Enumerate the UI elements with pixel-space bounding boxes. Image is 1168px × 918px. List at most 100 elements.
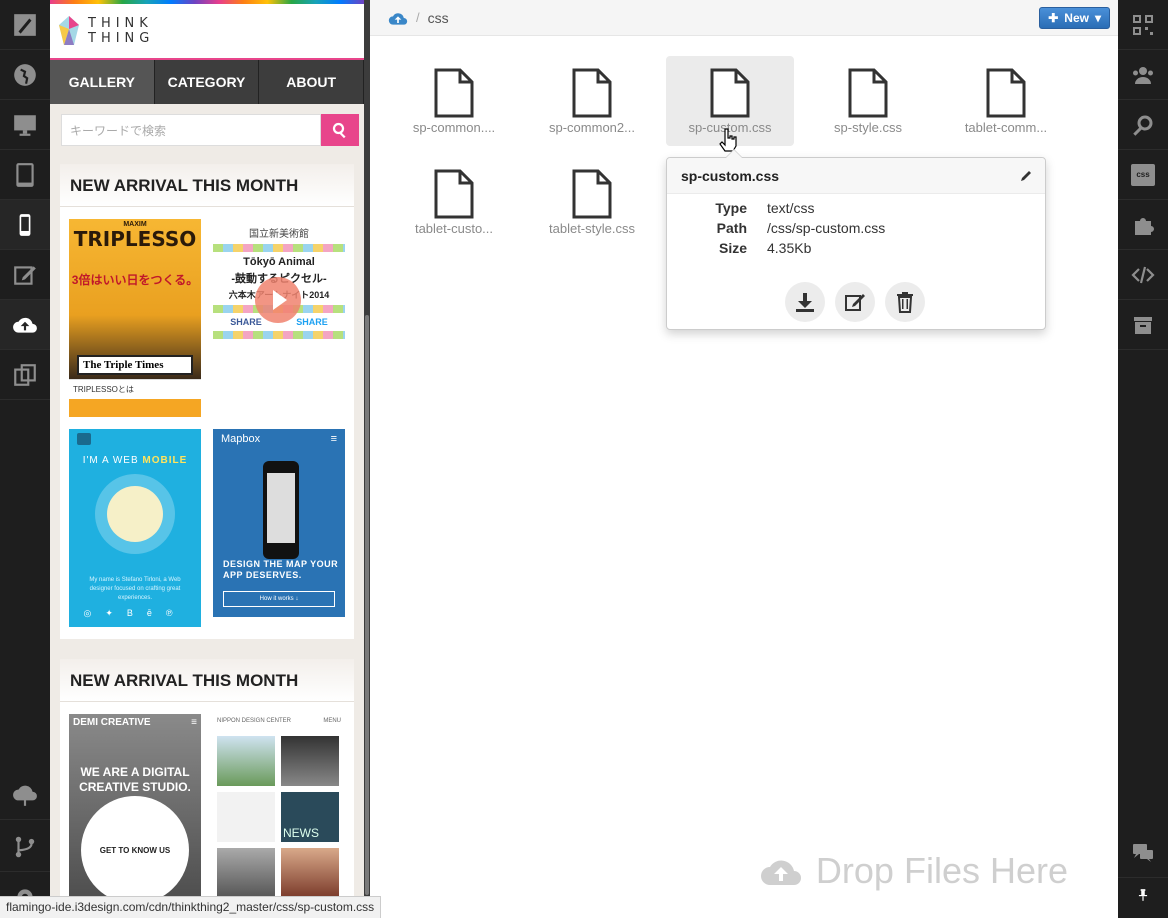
nav-gallery[interactable]: GALLERY [50,60,155,104]
pin-icon[interactable] [1118,870,1168,918]
new-button[interactable]: ✚ New ▾ [1039,7,1110,29]
gallery-grid: DEMI CREATIVE ≡ WE ARE A DIGITAL CREATIVE… [60,702,354,918]
site-search-input[interactable]: キーワードで検索 [61,114,321,146]
qr-code-icon[interactable] [1118,0,1168,50]
nav-about[interactable]: ABOUT [259,60,364,104]
twitter-share[interactable]: SHARE [296,317,328,327]
detail-value: text/css [767,200,815,216]
photo-grid: NEWS [213,728,345,906]
title-highlight: MOBILE [142,455,188,466]
breadcrumb-separator: / [416,10,420,25]
drop-zone-label: Drop Files Here [815,850,1068,891]
file-item[interactable]: tablet-style.css [528,157,656,247]
file-name: tablet-comm... [964,120,1048,135]
thumb-cta: GET TO KNOW US [81,796,189,904]
desktop-icon[interactable] [0,100,50,150]
gallery-item-web-mobile[interactable]: I'M A WEB MOBILE My name is Stefano Tirl… [69,429,201,627]
file-icon [848,68,888,118]
thumb-copy: My name is Stefano Tirloni, a Web design… [89,577,181,601]
file-item[interactable]: tablet-comm... [942,56,1070,146]
samurai-avatar [95,474,175,554]
detail-label: Path [716,220,747,236]
site-nav: GALLERY CATEGORY ABOUT [50,58,364,104]
copy-icon[interactable] [0,350,50,400]
new-button-label: New [1064,11,1089,25]
app-logo-icon[interactable] [0,0,50,50]
hamburger-icon: ≡ [330,433,337,445]
thumb-brand: NIPPON DESIGN CENTER [217,718,292,724]
file-item[interactable]: sp-style.css [804,56,932,146]
file-name: tablet-custo... [414,221,494,236]
download-button[interactable] [785,282,825,322]
gallery-item-tokyo-animal[interactable]: 国立新美術館 Tōkyō Animal -鼓動するピクセル- 六本木アートナイト… [213,219,345,417]
css-icon[interactable]: css [1118,150,1168,200]
detail-value: 4.35Kb [767,240,812,256]
facebook-share[interactable]: SHARE [230,317,262,327]
popover-actions [785,282,925,322]
plus-icon: ✚ [1048,11,1059,25]
play-icon[interactable] [255,277,301,323]
users-icon[interactable] [1118,50,1168,100]
scrollbar-thumb[interactable] [365,315,369,895]
upload-cloud-icon[interactable] [388,10,408,26]
file-icon [434,68,474,118]
detail-label: Type [715,200,747,216]
branch-icon[interactable] [0,822,50,872]
section-card: NEW ARRIVAL THIS MONTH MAXIM TRIPLESSO 3… [60,164,354,639]
file-item[interactable]: sp-common2... [528,56,656,146]
gallery-item-demi-creative[interactable]: DEMI CREATIVE ≡ WE ARE A DIGITAL CREATIVE… [69,714,201,912]
file-icon [986,68,1026,118]
code-icon[interactable] [1118,250,1168,300]
breadcrumb-current[interactable]: css [428,10,449,26]
file-info-popover: sp-custom.css Type text/css Path/css/sp-c… [666,149,1046,330]
trash-icon [897,292,913,313]
gallery-item-triplesso[interactable]: MAXIM TRIPLESSO 3倍はいい日をつくる。 The Triple T… [69,219,201,417]
thumb-menu: MENU [323,718,341,724]
css-badge: css [1131,163,1155,186]
social-icons: ◎✦Bē℗ [83,608,187,618]
gem-logo-icon [59,16,79,45]
upload-cloud-icon[interactable] [0,300,50,350]
photo-tile [281,736,339,786]
file-name: sp-common.... [412,120,496,135]
search-icon[interactable] [1118,100,1168,150]
right-toolbar: css [1118,0,1168,918]
puzzle-icon[interactable] [1118,200,1168,250]
pencil-icon[interactable] [1019,169,1033,183]
mobile-icon[interactable] [0,200,50,250]
gallery-item-mapbox[interactable]: Mapbox ≡ DESIGN THE MAP YOUR APP DESERVES… [213,429,345,617]
color-bars [213,331,345,339]
drop-zone[interactable]: Drop Files Here [760,850,1068,892]
edit-file-button[interactable] [835,282,875,322]
caret-down-icon: ▾ [1094,11,1101,25]
section-title: NEW ARRIVAL THIS MONTH [60,164,354,207]
thumb-paper: The Triple Times [77,355,193,375]
thumb-list: TRIPLESSOとは [69,379,201,399]
phone-mockup [263,461,299,559]
samurai-face-icon [107,486,163,542]
file-icon [572,68,612,118]
thumb-title: TRIPLESSO [73,227,197,251]
file-item[interactable]: sp-common.... [390,56,518,146]
photo-tile [217,792,275,842]
file-name: tablet-style.css [549,221,635,236]
app-window: THINK THING GALLERY CATEGORY ABOUT キーワード… [0,0,1168,918]
edit-icon[interactable] [0,250,50,300]
tablet-icon[interactable] [0,150,50,200]
delete-button[interactable] [885,282,925,322]
detail-value: /css/sp-custom.css [767,220,886,236]
popover-header: sp-custom.css [667,158,1045,194]
file-details: Type text/css Path/css/sp-custom.css Size… [667,194,1045,258]
file-item[interactable]: tablet-custo... [390,157,518,247]
photo-tile [217,848,275,898]
archive-icon[interactable] [1118,300,1168,350]
gallery-item-nippon-design[interactable]: NIPPON DESIGN CENTER MENU NEWS [213,714,345,912]
nav-category[interactable]: CATEGORY [155,60,260,104]
site-search-button[interactable] [321,114,359,146]
globe-icon[interactable] [0,50,50,100]
thumb-cta: DESIGN THE MAP YOUR APP DESERVES. [223,559,339,580]
title-prefix: I'M A WEB [82,455,139,466]
deploy-cloud-icon[interactable] [0,770,50,820]
thumb-title: WE ARE A DIGITAL CREATIVE STUDIO. [79,765,191,794]
download-icon [796,293,814,312]
